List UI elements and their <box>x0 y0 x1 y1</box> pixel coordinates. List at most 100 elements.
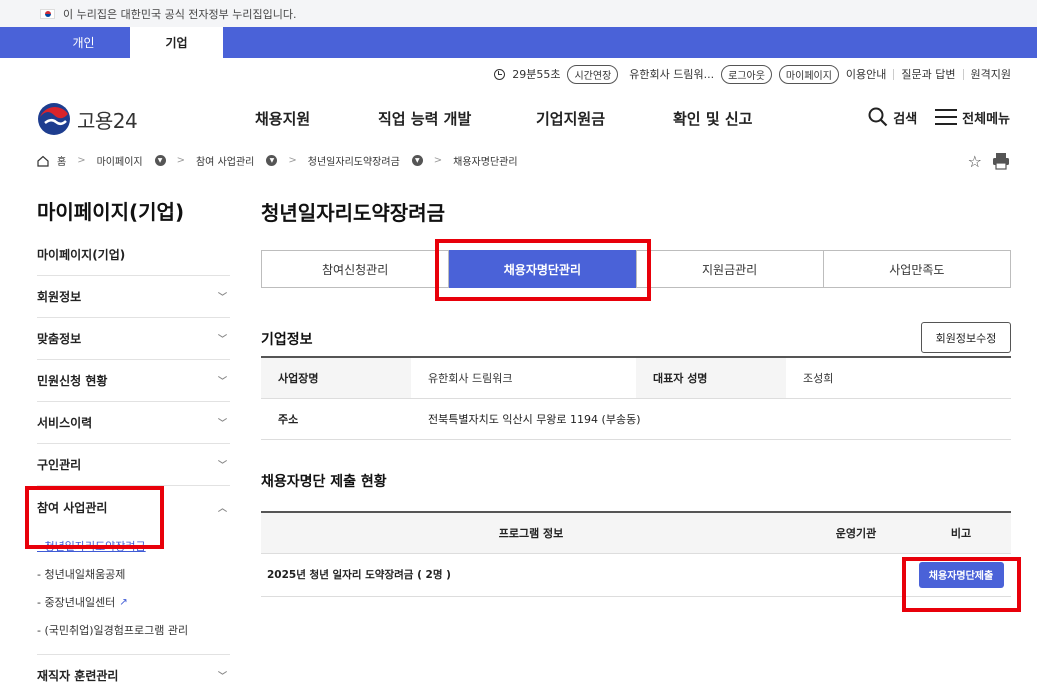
edit-member-info-button[interactable]: 회원정보수정 <box>921 322 1011 353</box>
chevron-down-icon: ﹀ <box>217 461 227 471</box>
sidebar-subitem-label: - 중장년내일센터 <box>37 596 116 609</box>
sidebar-title: 마이페이지(기업) <box>37 200 185 224</box>
company-info-table: 사업장명 유한회사 드림워크 대표자 성명 조성희 주소 전북특별자치도 익산시… <box>261 356 1011 440</box>
tab-satisfaction[interactable]: 사업만족도 <box>824 251 1010 287</box>
chevron-right-icon: > <box>288 155 297 166</box>
sidebar-item-label: 마이페이지(기업) <box>37 248 126 262</box>
divider <box>893 68 895 80</box>
sidebar-item-civil-status[interactable]: 민원신청 현황 ﹀ <box>37 360 230 402</box>
value-ceo-name: 조성희 <box>786 357 1011 399</box>
nav-recruit[interactable]: 채용지원 <box>255 108 310 129</box>
chevron-down-icon[interactable]: ▼ <box>266 155 278 166</box>
all-menu-label: 전체메뉴 <box>962 111 1010 127</box>
print-icon[interactable] <box>992 152 1010 170</box>
nav-job-skills[interactable]: 직업 능력 개발 <box>378 108 471 129</box>
sidebar-item-label: 서비스이력 <box>37 416 93 430</box>
sidebar-item-member-info[interactable]: 회원정보 ﹀ <box>37 276 230 318</box>
clock-icon <box>494 68 506 80</box>
sidebar-item-biz-management[interactable]: 참여 사업관리 ︿ <box>37 486 230 528</box>
label-address: 주소 <box>261 398 411 440</box>
sidebar-sublist: - 청년일자리도약장려금 - 청년내일채움공제 - 중장년내일센터 ↗ - (국민… <box>37 528 230 655</box>
tab-hire-list[interactable]: 채용자명단관리 <box>449 250 637 288</box>
breadcrumb-home[interactable]: 홈 <box>57 153 66 168</box>
sidebar-item-mypage[interactable]: 마이페이지(기업) <box>37 234 230 276</box>
chevron-right-icon: > <box>176 155 185 166</box>
logout-button[interactable]: 로그아웃 <box>721 64 772 84</box>
home-icon <box>37 155 49 167</box>
chevron-down-icon: ﹀ <box>217 419 227 429</box>
audience-tab-personal[interactable]: 개인 <box>37 27 130 58</box>
tab-application[interactable]: 참여신청관리 <box>262 251 450 287</box>
sidebar-item-label: 재직자 훈련관리 <box>37 669 119 683</box>
korea-flag-icon <box>40 8 55 19</box>
breadcrumb-program[interactable]: 청년일자리도약장려금 <box>308 153 400 168</box>
label-business-name: 사업장명 <box>261 357 411 399</box>
search-icon <box>868 107 888 127</box>
sidebar-subitem-work-experience[interactable]: - (국민취업)일경험프로그램 관리 <box>37 616 230 644</box>
label-ceo-name: 대표자 성명 <box>636 357 786 399</box>
search-button[interactable]: 검색 <box>868 107 917 127</box>
audience-tab-business[interactable]: 기업 <box>130 27 223 58</box>
chevron-right-icon: > <box>77 155 86 166</box>
hamburger-icon <box>935 109 958 125</box>
company-name: 유한회사 드림워... <box>629 68 715 81</box>
table-row: 주소 전북특별자치도 익산시 무왕로 1194 (부송동) <box>261 398 1011 440</box>
all-menu-button[interactable]: 전체메뉴 <box>935 108 1010 127</box>
sidebar-subitem-youth-leap[interactable]: - 청년일자리도약장려금 <box>37 532 230 560</box>
sidebar-subitem-middle-age-center[interactable]: - 중장년내일센터 ↗ <box>37 588 230 616</box>
remote-support-link[interactable]: 원격지원 <box>971 66 1011 82</box>
chevron-up-icon: ︿ <box>217 503 227 514</box>
audience-bar: 개인 기업 <box>0 27 1037 58</box>
tab-subsidy[interactable]: 지원금관리 <box>637 251 824 287</box>
qna-link[interactable]: 질문과 답변 <box>901 66 955 82</box>
nav-subsidy[interactable]: 기업지원금 <box>536 108 605 129</box>
site-logo[interactable]: 고용24 <box>37 102 138 136</box>
column-header: 운영기관 <box>801 511 911 554</box>
sidebar-item-label: 참여 사업관리 <box>37 500 108 515</box>
session-timer: 29분55초 <box>512 68 561 81</box>
content-tabs: 참여신청관리 채용자명단관리 지원금관리 사업만족도 <box>261 250 1011 288</box>
breadcrumb-biz[interactable]: 참여 사업관리 <box>196 153 254 168</box>
chevron-down-icon: ﹀ <box>217 672 227 682</box>
submission-table: 프로그램 정보 운영기관 비고 2025년 청년 일자리 도약장려금 ( 2명 … <box>261 511 1011 597</box>
table-row: 사업장명 유한회사 드림워크 대표자 성명 조성희 <box>261 357 1011 399</box>
chevron-down-icon: ﹀ <box>217 377 227 387</box>
gov-banner: 이 누리집은 대한민국 공식 전자정부 누리집입니다. <box>0 0 1037 27</box>
company-info-title: 기업정보 <box>261 332 313 348</box>
breadcrumb-mypage[interactable]: 마이페이지 <box>97 153 143 168</box>
external-link-icon: ↗ <box>119 596 128 608</box>
mypage-button[interactable]: 마이페이지 <box>778 64 839 84</box>
extend-session-button[interactable]: 시간연장 <box>567 64 619 84</box>
utility-bar: 29분55초 시간연장 유한회사 드림워... 로그아웃 마이페이지 이용안내 … <box>494 63 1011 85</box>
program-info-cell: 2025년 청년 일자리 도약장려금 ( 2명 ) <box>261 553 801 597</box>
chevron-down-icon[interactable]: ▼ <box>154 155 166 166</box>
sidebar-item-training[interactable]: 재직자 훈련관리 ﹀ <box>37 655 230 696</box>
sidebar-subitem-youth-deduction[interactable]: - 청년내일채움공제 <box>37 560 230 588</box>
sidebar: 마이페이지(기업) 회원정보 ﹀ 맞춤정보 ﹀ 민원신청 현황 ﹀ 서비스이력 ﹀ 구인… <box>37 234 230 696</box>
sidebar-item-label: 구인관리 <box>37 458 82 472</box>
submission-title: 채용자명단 제출 현황 <box>261 474 387 490</box>
guide-link[interactable]: 이용안내 <box>846 66 886 82</box>
agency-cell <box>801 553 911 597</box>
sidebar-item-custom-info[interactable]: 맞춤정보 ﹀ <box>37 318 230 360</box>
chevron-down-icon: ﹀ <box>217 335 227 345</box>
column-header: 비고 <box>911 511 1011 554</box>
divider <box>962 68 964 80</box>
header-tools: 검색 전체메뉴 <box>868 107 1010 127</box>
submit-hire-list-button[interactable]: 채용자명단제출 <box>918 561 1004 588</box>
value-address: 전북특별자치도 익산시 무왕로 1194 (부송동) <box>411 398 1011 440</box>
sidebar-item-label: 맞춤정보 <box>37 332 82 346</box>
sidebar-item-service-history[interactable]: 서비스이력 ﹀ <box>37 402 230 444</box>
breadcrumb: 홈 > 마이페이지 ▼ > 참여 사업관리 ▼ > 청년일자리도약장려금 ▼ >… <box>37 153 518 168</box>
action-cell: 채용자명단제출 <box>911 553 1011 597</box>
chevron-right-icon: > <box>433 155 443 166</box>
nav-report[interactable]: 확인 및 신고 <box>673 108 752 129</box>
gov-banner-text: 이 누리집은 대한민국 공식 전자정부 누리집입니다. <box>63 7 297 21</box>
chevron-down-icon[interactable]: ▼ <box>411 155 423 166</box>
table-row: 2025년 청년 일자리 도약장려금 ( 2명 ) 채용자명단제출 <box>261 553 1011 597</box>
value-business-name: 유한회사 드림워크 <box>411 357 636 399</box>
sidebar-item-label: 민원신청 현황 <box>37 374 108 388</box>
star-icon[interactable]: ☆ <box>968 152 982 171</box>
chevron-down-icon: ﹀ <box>217 293 227 303</box>
sidebar-item-job-posting[interactable]: 구인관리 ﹀ <box>37 444 230 486</box>
